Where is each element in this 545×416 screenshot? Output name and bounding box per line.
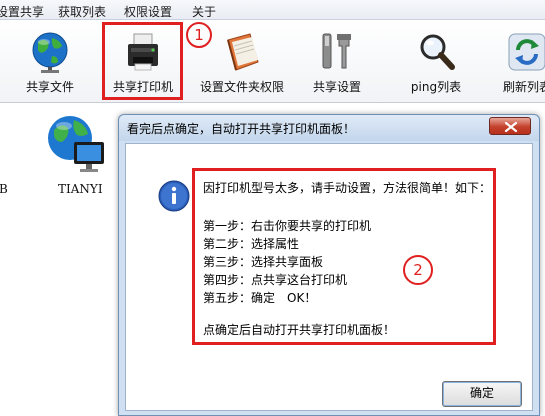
- message-line-step1: 第一步：右击你要共享的打印机: [203, 219, 372, 233]
- refresh-icon: [508, 33, 545, 71]
- message-highlight-box: 因打印机型号太多，请手动设置，方法很简单！如下： 第一步：右击你要共享的打印机 …: [192, 168, 496, 345]
- message-line-step5: 第五步：确定 OK！: [203, 291, 317, 305]
- menu-setup-share[interactable]: 设置共享: [0, 3, 44, 20]
- app-window: 设置共享 获取列表 权限设置 关于 共享文件 共享打印机 设置文件夹权限 共享设…: [0, 0, 545, 416]
- message-line-step4: 第四步：点共享这台打印机: [203, 273, 348, 287]
- message-line-intro: 因打印机型号太多，请手动设置，方法很简单！如下：: [203, 181, 492, 195]
- marker-2: 2: [403, 255, 433, 285]
- ok-button[interactable]: 确定: [442, 381, 522, 407]
- share-files-button[interactable]: 共享文件: [10, 20, 90, 103]
- globe-icon: [32, 32, 68, 73]
- message-line-step2: 第二步：选择属性: [203, 237, 300, 251]
- share-settings-label: 共享设置: [312, 80, 361, 94]
- menu-about[interactable]: 关于: [192, 3, 216, 20]
- menu-permission-settings[interactable]: 权限设置: [124, 3, 172, 20]
- refresh-list-button[interactable]: 刷新列表: [492, 20, 545, 103]
- dialog-body: 因打印机型号太多，请手动设置，方法很简单！如下： 第一步：右击你要共享的打印机 …: [125, 143, 533, 411]
- info-icon: [158, 180, 190, 212]
- magnifier-icon: [420, 34, 455, 70]
- share-settings-button[interactable]: 共享设置: [300, 20, 374, 103]
- share-files-label: 共享文件: [25, 80, 74, 94]
- menu-get-list[interactable]: 获取列表: [58, 3, 106, 20]
- printer-highlight-box: [102, 22, 183, 100]
- dialog-title: 看完后点确定，自动打开共享打印机面板！: [127, 122, 356, 136]
- dialog-titlebar[interactable]: 看完后点确定，自动打开共享打印机面板！: [119, 115, 539, 141]
- marker-1: 1: [186, 22, 212, 48]
- message-line-footer: 点确定后自动打开共享打印机面板！: [203, 323, 396, 337]
- folder-book-icon: [227, 33, 259, 71]
- device-label-b[interactable]: B: [0, 182, 8, 196]
- menu-bar: 设置共享 获取列表 权限设置 关于: [0, 0, 545, 20]
- set-folder-permission-label: 设置文件夹权限: [199, 80, 284, 94]
- device-label-tianyi[interactable]: TIANYI: [58, 182, 103, 196]
- toolbar: 共享文件 共享打印机 设置文件夹权限 共享设置 ping列表 刷新列表 1: [0, 20, 545, 103]
- dialog-close-button[interactable]: [489, 117, 531, 135]
- ping-list-label: ping列表: [410, 80, 462, 94]
- computer-globe-icon[interactable]: [44, 112, 108, 176]
- close-icon: [504, 121, 518, 133]
- ping-list-button[interactable]: ping列表: [394, 20, 478, 103]
- info-dialog: 看完后点确定，自动打开共享打印机面板！ 因打印机型号太多，请手动设置，方法很简单…: [118, 114, 540, 416]
- refresh-list-label: 刷新列表: [502, 80, 545, 94]
- message-line-step3: 第三步：选择共享面板: [203, 255, 324, 269]
- tools-icon: [322, 33, 351, 69]
